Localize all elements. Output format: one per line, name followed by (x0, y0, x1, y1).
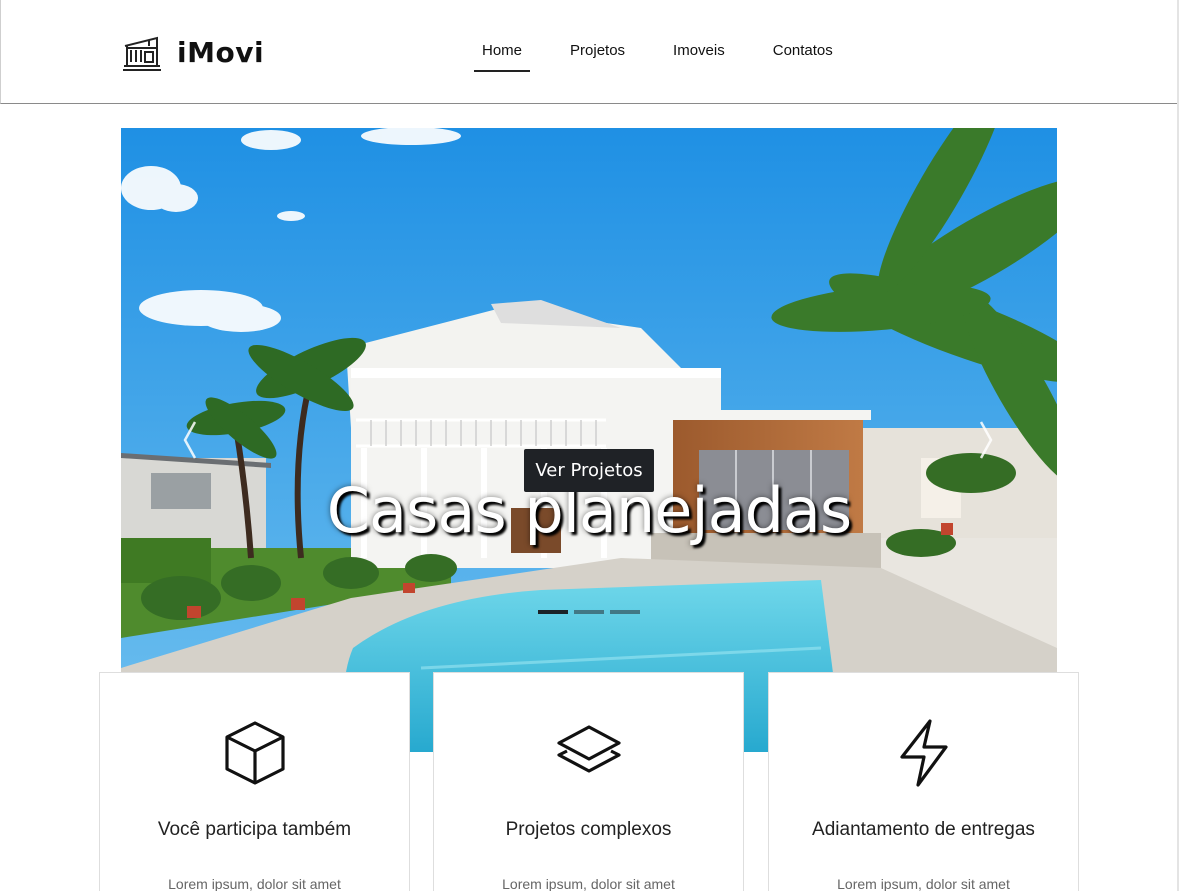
feature-card-participation: Você participa também Lorem ipsum, dolor… (99, 672, 410, 891)
feature-card-projects: Projetos complexos Lorem ipsum, dolor si… (433, 672, 744, 891)
nav-item-imoveis[interactable]: Imoveis (665, 32, 733, 72)
carousel-indicator-2[interactable] (574, 610, 604, 614)
carousel-indicator-3[interactable] (610, 610, 640, 614)
brand-logo[interactable]: iMovi (121, 32, 264, 72)
layers-icon (557, 725, 621, 773)
feature-text: Lorem ipsum, dolor sit amet (502, 876, 675, 891)
nav-item-contatos[interactable]: Contatos (765, 32, 841, 72)
lightning-icon (900, 719, 948, 787)
chevron-right-icon[interactable] (975, 418, 997, 462)
brand-name[interactable]: iMovi (177, 36, 264, 69)
house-building-icon (123, 36, 161, 71)
hero-carousel: Casas planejadas Ver Projetos (121, 128, 1057, 752)
site-header: iMovi Home Projetos Imoveis Contatos (0, 0, 1179, 104)
cube-icon (225, 721, 285, 785)
feature-title: Projetos complexos (505, 819, 672, 840)
main-nav: Home Projetos Imoveis Contatos (474, 32, 873, 72)
feature-text: Lorem ipsum, dolor sit amet (168, 876, 341, 891)
nav-item-projetos[interactable]: Projetos (562, 32, 633, 72)
feature-title: Você participa também (157, 819, 352, 840)
feature-text: Lorem ipsum, dolor sit amet (837, 876, 1010, 891)
nav-item-home[interactable]: Home (474, 32, 531, 72)
carousel-indicator-1[interactable] (538, 610, 568, 614)
house-with-pool-photo (121, 128, 1057, 752)
carousel-indicators (538, 610, 646, 614)
ver-projetos-button[interactable]: Ver Projetos (524, 449, 654, 492)
feature-card-delivery: Adiantamento de entregas Lorem ipsum, do… (768, 672, 1079, 891)
feature-title: Adiantamento de entregas (812, 819, 1035, 840)
chevron-left-icon[interactable] (179, 418, 201, 462)
